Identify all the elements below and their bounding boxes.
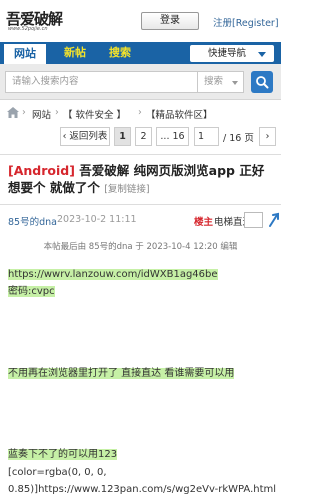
page-button-last[interactable]: ... 16 xyxy=(156,127,189,146)
breadcrumb-separator: › xyxy=(22,107,26,118)
breadcrumb-item-site[interactable]: 网站 xyxy=(32,107,51,121)
breadcrumb-separator: › xyxy=(138,107,142,118)
nav-tab-new-posts[interactable]: 新帖 xyxy=(64,42,86,64)
download-link[interactable]: 0.85)]https://www.123pan.com/s/wg2eVv-rk… xyxy=(8,484,276,495)
divider xyxy=(0,204,281,205)
breadcrumb: › 网站 › 【 软件安全 】 › 【精品软件区】 xyxy=(0,101,281,125)
post-text: [color=rgba(0, 0, 0, xyxy=(8,467,107,478)
next-page-button[interactable]: › xyxy=(259,127,276,146)
post-line: 0.85)]https://www.123pan.com/s/wg2eVv-rk… xyxy=(8,483,276,497)
page-number-input[interactable]: 1 xyxy=(194,127,219,146)
home-icon[interactable] xyxy=(7,107,19,118)
post-line: 蓝奏下不了的可以用123 xyxy=(8,448,118,462)
go-arrow-icon[interactable] xyxy=(267,212,281,228)
chevron-down-icon xyxy=(258,52,266,57)
search-button[interactable] xyxy=(251,71,273,93)
pagination: ‹ 返回列表 1 2 ... 16 1 / 16 页 › xyxy=(0,127,281,147)
logo-subtext: www.52pojie.cn xyxy=(8,26,48,32)
quick-nav-label: 快捷导航 xyxy=(208,48,247,59)
page-total: / 16 页 xyxy=(223,133,254,144)
register-link[interactable]: 注册[Register] xyxy=(213,15,279,29)
back-to-list-button[interactable]: ‹ 返回列表 xyxy=(60,127,110,146)
site-logo[interactable]: 吾爱破解 www.52pojie.cn xyxy=(6,8,66,38)
post-line: 不用再在浏览器里打开了 直接直达 看谁需要可以用 xyxy=(8,367,235,381)
thread-tag[interactable]: [Android] xyxy=(8,163,75,178)
download-link[interactable]: https://wwrv.lanzouw.com/idWXB1ag46be xyxy=(8,269,218,280)
copy-link[interactable]: [复制链接] xyxy=(104,184,149,195)
post-line: https://wwrv.lanzouw.com/idWXB1ag46be xyxy=(8,268,218,282)
divider xyxy=(0,154,281,155)
op-badge: 楼主 xyxy=(194,217,214,228)
main-nav: 网站 新帖 搜索 快捷导航 xyxy=(0,42,281,64)
search-input[interactable]: 请输入搜索内容 xyxy=(5,71,197,93)
page-button[interactable]: 2 xyxy=(135,127,152,146)
search-type-select[interactable]: 搜索 xyxy=(197,71,244,93)
post-line: 密码:cvpc xyxy=(8,285,55,299)
quick-nav-dropdown[interactable]: 快捷导航 xyxy=(190,45,274,62)
nav-tab-search[interactable]: 搜索 xyxy=(109,42,131,64)
search-bar: 请输入搜索内容 搜索 xyxy=(0,64,281,100)
thread-title: [Android] 吾爱破解 纯网页版浏览app 正好想要个 就做了个 [复制链… xyxy=(8,162,276,198)
search-type-label: 搜索 xyxy=(204,76,224,87)
site-header: 吾爱破解 www.52pojie.cn 登录 注册[Register] xyxy=(0,0,281,42)
post-date: 2023-10-2 11:11 xyxy=(57,214,137,225)
post-text: 不用再在浏览器里打开了 直接直达 看谁需要可以用 xyxy=(8,368,235,379)
breadcrumb-item-premium-software[interactable]: 【精品软件区】 xyxy=(146,107,213,121)
post-meta: 85号的dna 2023-10-2 11:11 楼主 电梯直达 xyxy=(8,212,279,229)
nav-tab-site[interactable]: 网站 xyxy=(4,42,46,64)
search-icon xyxy=(256,76,269,89)
edit-note: 本帖最后由 85号的dna 于 2023-10-4 12:20 编辑 xyxy=(43,242,238,252)
breadcrumb-separator: › xyxy=(55,107,59,118)
post-author[interactable]: 85号的dna xyxy=(8,214,57,228)
floor-jump-input[interactable] xyxy=(244,212,263,228)
chevron-down-icon xyxy=(232,81,238,85)
password-text: 密码:cvpc xyxy=(8,286,55,297)
login-button[interactable]: 登录 xyxy=(141,12,199,30)
post-text: 蓝奏下不了的可以用123 xyxy=(8,449,118,460)
post-line: [color=rgba(0, 0, 0, xyxy=(8,466,107,480)
breadcrumb-item-software-security[interactable]: 【 软件安全 】 xyxy=(63,107,126,121)
page-button-current[interactable]: 1 xyxy=(114,127,131,146)
